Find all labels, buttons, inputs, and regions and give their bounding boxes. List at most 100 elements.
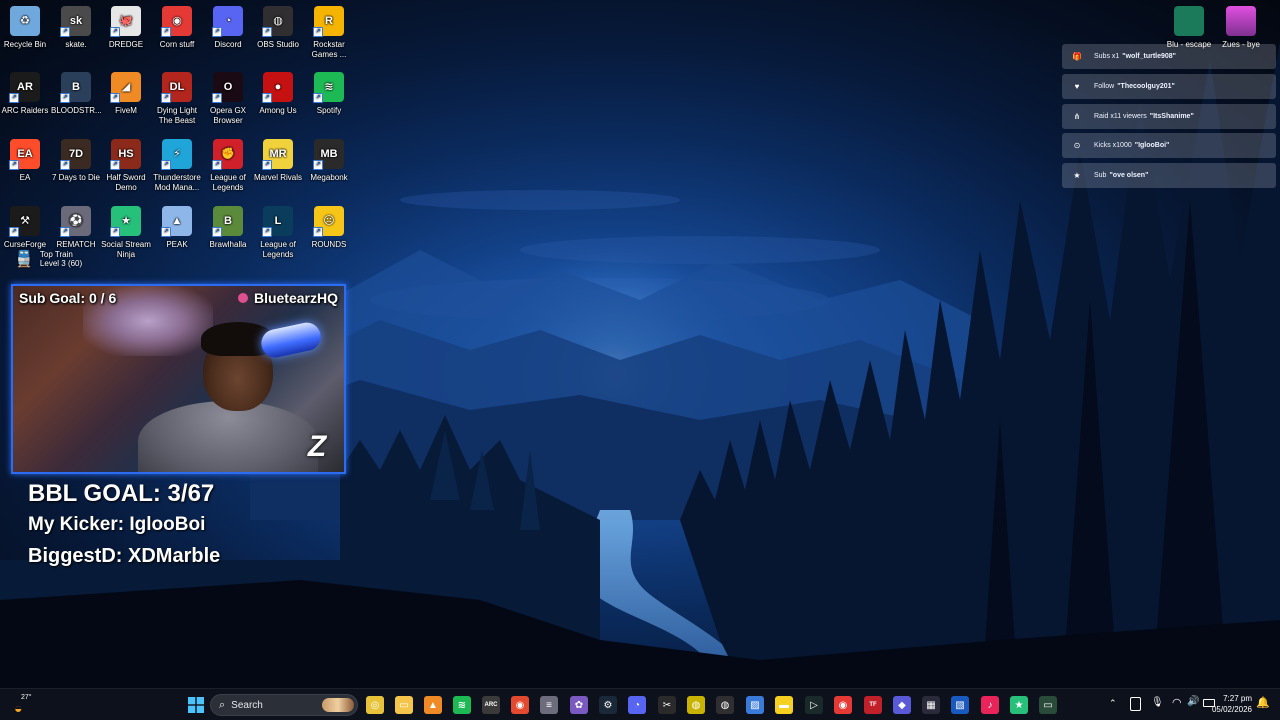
spotify-icon: ≋ ↗ [313, 72, 344, 103]
desktop-icon-skate[interactable]: sk ↗ skate. [51, 6, 101, 50]
notepad-icon[interactable]: ≡ [540, 696, 558, 714]
desktop-icon-dredge[interactable]: 🐙 ↗ DREDGE [101, 6, 151, 50]
steam-icon[interactable]: ⚙ [599, 696, 617, 714]
webcam-person-body [138, 401, 318, 472]
arc-icon[interactable]: ARC [482, 696, 500, 714]
desktop-icon-brawlhalla[interactable]: B ↗ Brawlhalla [203, 206, 253, 250]
bbl-goal: BBL GOAL: 3/67 [28, 480, 215, 507]
desktop-icon-rounds[interactable]: ☹ ↗ ROUNDS [304, 206, 354, 250]
alert-user: "Thecoolguy201" [1117, 82, 1175, 90]
tiktok-icon[interactable]: ♪ [981, 696, 999, 714]
desktop-icon-label: ROUNDS [311, 240, 347, 249]
tray-app-icon[interactable] [1130, 697, 1141, 711]
webcam-overlay: Sub Goal: 0 / 6 BluetearzHQ Z [11, 284, 346, 474]
seven-days-icon: 7D ↗ [60, 139, 91, 170]
desktop-icon-label: ARC Raiders [1, 106, 49, 115]
desktop-icon-rematch[interactable]: ⚽ ↗ REMATCH [51, 206, 101, 250]
terminal-icon[interactable]: ▷ [805, 696, 823, 714]
desktop-icon-spotify[interactable]: ≋ ↗ Spotify [304, 72, 354, 116]
obs-taskbar-icon[interactable]: ◍ [716, 696, 734, 714]
desktop-icon-seven-days[interactable]: 7D ↗ 7 Days to Die [51, 139, 101, 183]
vlc-icon[interactable]: ▲ [424, 696, 442, 714]
corn-stuff-icon: ◉ ↗ [161, 6, 192, 37]
zues-bye-icon [1226, 6, 1256, 36]
brawlhalla-icon: B ↗ [212, 206, 243, 237]
desktop-icon-rockstar-games[interactable]: R ↗ Rockstar Games ... [304, 6, 354, 60]
shortcut-arrow-icon: ↗ [60, 160, 70, 170]
desktop-icon-half-sword[interactable]: HS ↗ Half Sword Demo [101, 139, 151, 193]
desktop-icon-fivem[interactable]: ◢ ↗ FiveM [101, 72, 151, 116]
shortcut-arrow-icon: ↗ [313, 93, 323, 103]
desktop-icon-riot-client[interactable]: ✊ ↗ League of Legends [203, 139, 253, 193]
corn-stuff-taskbar-icon[interactable]: ◉ [834, 696, 852, 714]
alert-user: "IglooBoi" [1134, 142, 1170, 150]
desktop-icon-league-of-legends[interactable]: L ↗ League of Legends [253, 206, 303, 260]
davinci-icon[interactable]: ✿ [570, 696, 588, 714]
desktop-icon-social-stream-ninja[interactable]: ★ ↗ Social Stream Ninja [101, 206, 151, 260]
alert-feed: 🎁 Subs x1 "wolf_turtle908" ♥ Follow "Thecoolg… [1062, 44, 1276, 193]
shortcut-arrow-icon: ↗ [161, 27, 171, 37]
desktop-icon-label: Corn stuff [159, 40, 195, 49]
desktop-icon-thunderstore[interactable]: ⚡ ↗ Thunderstore Mod Mana... [152, 139, 202, 193]
opera-gx-icon: O ↗ [212, 72, 243, 103]
desktop-icon-among-us[interactable]: ● ↗ Among Us [253, 72, 303, 116]
desktop-icon-bloodstrike[interactable]: B ↗ BLOODSTR... [51, 72, 102, 116]
social-stream-taskbar-icon[interactable]: ★ [1010, 696, 1028, 714]
capcut-icon[interactable]: ✂ [658, 696, 676, 714]
alert-row: ★ Sub "ove olsen" [1062, 163, 1276, 189]
chrome-icon[interactable]: ◎ [366, 696, 384, 714]
spotify-taskbar-icon[interactable]: ≋ [453, 696, 471, 714]
desktop-icon-ea[interactable]: EA ↗ EA [0, 139, 50, 183]
league-of-legends-icon: L ↗ [262, 206, 293, 237]
shortcut-arrow-icon: ↗ [110, 160, 120, 170]
proton-icon[interactable]: ◆ [893, 696, 911, 714]
desktop-icon-peak[interactable]: ▲ ↗ PEAK [152, 206, 202, 250]
alert-row: ⊙ Kicks x1000 "IglooBoi" [1062, 133, 1276, 159]
desktop-icon-megabonk[interactable]: MB ↗ Megabonk [304, 139, 354, 183]
shortcut-arrow-icon: ↗ [60, 93, 70, 103]
taskbar-clock[interactable]: 7:27 pm 05/02/2026 [1212, 693, 1252, 715]
train-level: Level 3 (60) [39, 259, 83, 268]
obs-studio-icon: ◍ ↗ [262, 6, 293, 37]
discord-taskbar-icon[interactable]: ◔ [628, 696, 646, 714]
desktop-icon-obs-studio[interactable]: ◍ ↗ OBS Studio [253, 6, 303, 50]
taskbar-search-box[interactable]: ⌕ Search [210, 694, 358, 716]
photos-icon[interactable]: ▨ [746, 696, 764, 714]
streamdeck-icon[interactable]: ▦ [922, 696, 940, 714]
desktop-icon-dying-light[interactable]: DL ↗ Dying Light The Beast [152, 72, 202, 126]
channel-logo-icon: Z [307, 430, 327, 463]
biggest-d: BiggestD: XDMarble [28, 545, 221, 567]
desktop-icon-arc-raiders[interactable]: AR ↗ ARC Raiders [0, 72, 50, 116]
desktop-icon-discord[interactable]: ◔ ↗ Discord [203, 6, 253, 50]
search-icon: ⌕ [219, 698, 226, 711]
desktop-icon-corn-stuff[interactable]: ◉ ↗ Corn stuff [152, 6, 202, 50]
megabonk-icon: MB ↗ [313, 139, 344, 170]
top-train-badge: 🚆 Top Train Level 3 (60) [14, 247, 82, 271]
desktop-icon-marvel-rivals[interactable]: MR ↗ Marvel Rivals [253, 139, 303, 183]
start-button[interactable] [187, 696, 205, 714]
weather-widget[interactable]: ◒ 27° [14, 693, 44, 717]
notification-bell-icon[interactable]: 🔔 [1256, 696, 1270, 709]
show-hidden-icons-chevron-icon[interactable]: ⌃ [1109, 698, 1117, 709]
yellow-app-icon[interactable]: ◍ [687, 696, 705, 714]
brave-icon[interactable]: ◉ [511, 696, 529, 714]
alert-user: "ove olsen" [1109, 172, 1149, 180]
rematch-icon: ⚽ ↗ [60, 206, 91, 237]
green-app-icon[interactable]: ▭ [1039, 696, 1057, 714]
desktop-icon-curseforge[interactable]: ⚒ ↗ CurseForge [0, 206, 50, 250]
volume-icon[interactable]: 🔊 [1187, 696, 1199, 707]
wifi-icon[interactable]: ◠ [1172, 696, 1182, 709]
microphone-tray-icon[interactable]: 🎙 [1151, 697, 1164, 708]
shortcut-arrow-icon: ↗ [212, 93, 222, 103]
desktop-icon-label: Megabonk [310, 173, 348, 182]
shortcut-arrow-icon: ↗ [161, 227, 171, 237]
alert-row: 🎁 Subs x1 "wolf_turtle908" [1062, 44, 1276, 69]
clock-time: 7:27 pm [1223, 694, 1252, 703]
tf-icon[interactable]: TF [864, 696, 882, 714]
file-explorer-icon[interactable]: ▭ [395, 696, 413, 714]
sticky-notes-icon[interactable]: ▬ [775, 696, 793, 714]
desktop-icon-opera-gx[interactable]: O ↗ Opera GX Browser [203, 72, 253, 126]
shortcut-arrow-icon: ↗ [212, 227, 222, 237]
desktop-icon-recycle-bin[interactable]: ♻ Recycle Bin [0, 6, 50, 50]
mixer-icon[interactable]: ▧ [951, 696, 969, 714]
